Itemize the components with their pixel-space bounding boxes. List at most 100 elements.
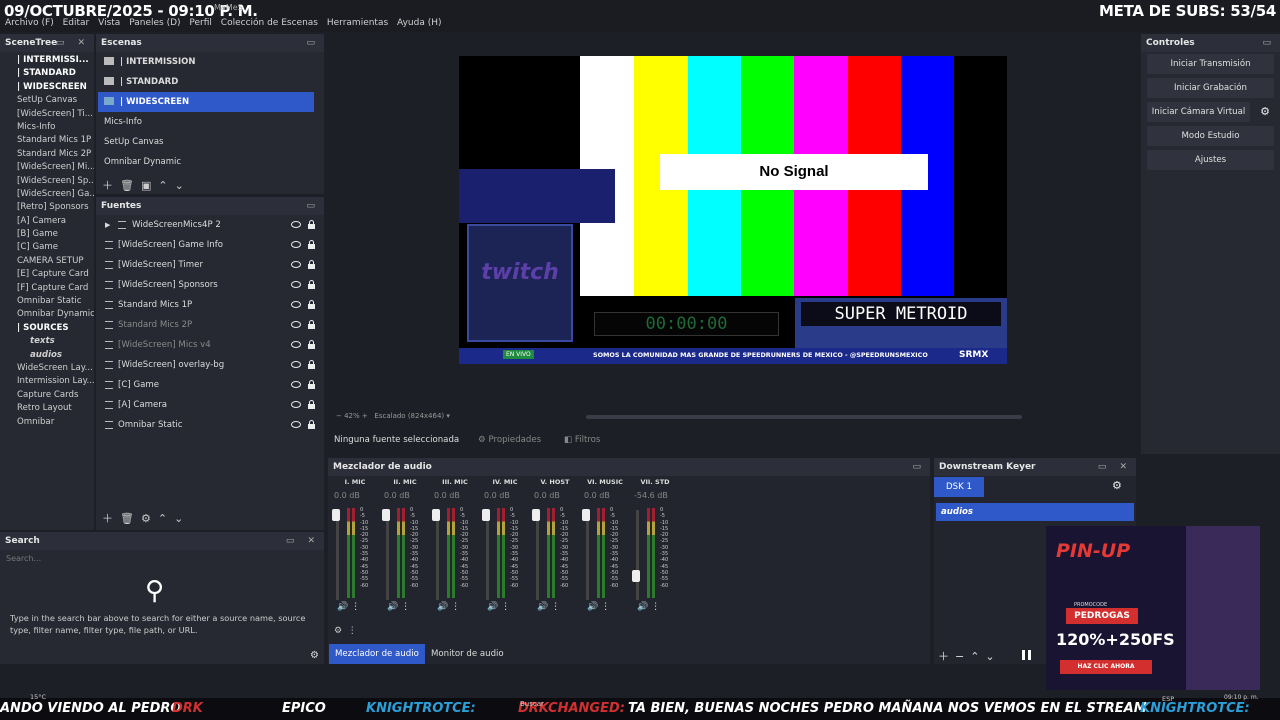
scenetree-item[interactable]: audios bbox=[0, 349, 94, 362]
lock-icon[interactable] bbox=[308, 340, 315, 349]
source-item[interactable]: WideScreenMics4P 2 ▶ bbox=[96, 215, 324, 235]
scenetree-item[interactable]: [Retro] Sponsors bbox=[0, 201, 94, 214]
add-icon[interactable]: ＋ bbox=[102, 512, 113, 525]
scenetree-item[interactable]: CAMERA SETUP bbox=[0, 255, 94, 268]
scenetree-item[interactable]: Omnibar Static bbox=[0, 295, 94, 308]
volume-slider[interactable] bbox=[336, 510, 339, 600]
scenetree-item[interactable]: | STANDARD bbox=[0, 67, 94, 80]
volume-slider[interactable] bbox=[586, 510, 589, 600]
source-item[interactable]: [C] Game bbox=[96, 375, 324, 395]
filter-icon[interactable]: ▣ bbox=[141, 179, 151, 192]
tab-audio-monitor[interactable]: Monitor de audio bbox=[425, 644, 510, 664]
dsk-toolbar[interactable]: ＋−⌃⌄ bbox=[938, 648, 1001, 664]
add-icon[interactable]: ＋ bbox=[102, 179, 113, 192]
eye-icon[interactable] bbox=[291, 261, 301, 268]
down-icon[interactable]: ⌄ bbox=[174, 512, 183, 525]
filters-button[interactable]: ◧ Filtros bbox=[564, 435, 600, 445]
volume-knob[interactable] bbox=[632, 570, 640, 582]
volume-knob[interactable] bbox=[332, 509, 340, 521]
scenetree-item[interactable]: [WideScreen] Ti... bbox=[0, 108, 94, 121]
menu-paneles[interactable]: Paneles (D) bbox=[129, 18, 180, 28]
eye-icon[interactable] bbox=[291, 361, 301, 368]
gear-icon[interactable]: ⚙ bbox=[310, 650, 319, 661]
gear-icon[interactable]: ⚙ bbox=[1112, 479, 1122, 492]
scenetree-item[interactable]: [B] Game bbox=[0, 228, 94, 241]
scene-item[interactable]: Omnibar Dynamic bbox=[98, 152, 314, 172]
tab-audio-mixer[interactable]: Mezclador de audio bbox=[329, 644, 425, 664]
scenetree-item[interactable]: Mics-Info bbox=[0, 121, 94, 134]
source-item[interactable]: Standard Mics 2P bbox=[96, 315, 324, 335]
menu-archivo[interactable]: Archivo (F) bbox=[5, 18, 54, 28]
panel-buttons[interactable]: ▭ ✕ bbox=[56, 34, 90, 52]
scenetree-item[interactable]: Retro Layout bbox=[0, 402, 94, 415]
scenetree-item[interactable]: [F] Capture Card bbox=[0, 282, 94, 295]
scenetree-item[interactable]: [C] Game bbox=[0, 241, 94, 254]
scene-item[interactable]: SetUp Canvas bbox=[98, 132, 314, 152]
source-item[interactable]: [WideScreen] overlay-bg bbox=[96, 355, 324, 375]
source-item[interactable]: [WideScreen] Timer bbox=[96, 255, 324, 275]
lock-icon[interactable] bbox=[308, 240, 315, 249]
mixer-settings-icons[interactable]: ⚙ ⋮ bbox=[334, 626, 357, 636]
lock-icon[interactable] bbox=[308, 220, 315, 229]
scene-item[interactable]: | WIDESCREEN bbox=[98, 92, 314, 112]
scenetree-item[interactable]: [E] Capture Card bbox=[0, 268, 94, 281]
panel-buttons[interactable]: ▭ ✕ bbox=[286, 532, 320, 550]
scenetree-item[interactable]: Omnibar Dynamic bbox=[0, 308, 94, 321]
menu-editar[interactable]: Editar bbox=[63, 18, 90, 28]
trash-icon[interactable]: 🗑 bbox=[120, 512, 134, 525]
gear-icon[interactable]: ⚙ bbox=[141, 512, 151, 525]
expand-icon[interactable]: ▶ bbox=[105, 215, 110, 235]
volume-knob[interactable] bbox=[532, 509, 540, 521]
scenetree-item[interactable]: [WideScreen] Sp... bbox=[0, 175, 94, 188]
source-item[interactable]: Standard Mics 1P bbox=[96, 295, 324, 315]
lock-icon[interactable] bbox=[308, 400, 315, 409]
horizontal-scrollbar[interactable] bbox=[586, 415, 1022, 419]
ad-banner[interactable]: PIN-UP PROMOCODE PEDROGAS 120%+250FS HAZ… bbox=[1046, 526, 1260, 690]
lock-icon[interactable] bbox=[308, 300, 315, 309]
preview-canvas[interactable]: No Signal twitch 00:00:00 SUPER METROID … bbox=[459, 56, 1007, 364]
preview-area[interactable]: No Signal twitch 00:00:00 SUPER METROID … bbox=[328, 34, 1136, 420]
eye-icon[interactable] bbox=[291, 381, 301, 388]
studio-mode-button[interactable]: Modo Estudio bbox=[1147, 126, 1274, 146]
properties-button[interactable]: ⚙ Propiedades bbox=[478, 435, 541, 445]
lock-icon[interactable] bbox=[308, 280, 315, 289]
scenetree-item[interactable]: Intermission Lay... bbox=[0, 375, 94, 388]
eye-icon[interactable] bbox=[291, 421, 301, 428]
panel-float-icon[interactable]: ▭ bbox=[912, 458, 926, 476]
source-item[interactable]: Omnibar Static bbox=[96, 415, 324, 435]
volume-slider[interactable] bbox=[536, 510, 539, 600]
source-item[interactable]: [WideScreen] Game Info bbox=[96, 235, 324, 255]
scene-item[interactable]: Mics-Info bbox=[98, 112, 314, 132]
up-icon[interactable]: ⌃ bbox=[158, 179, 167, 192]
speaker-icon[interactable]: 🔊 ⋮ bbox=[587, 602, 610, 612]
source-item[interactable]: [WideScreen] Sponsors bbox=[96, 275, 324, 295]
virtual-camera-button[interactable]: Iniciar Cámara Virtual bbox=[1147, 102, 1250, 122]
scenetree-item[interactable]: Capture Cards bbox=[0, 389, 94, 402]
eye-icon[interactable] bbox=[291, 321, 301, 328]
menu-perfil[interactable]: Perfil bbox=[189, 18, 212, 28]
scenetree-item[interactable]: WideScreen Lay... bbox=[0, 362, 94, 375]
scenetree-item[interactable]: Standard Mics 1P bbox=[0, 134, 94, 147]
start-stream-button[interactable]: Iniciar Transmisión bbox=[1147, 54, 1274, 74]
lock-icon[interactable] bbox=[308, 260, 315, 269]
scene-item[interactable]: | STANDARD bbox=[98, 72, 314, 92]
speaker-icon[interactable]: 🔊 ⋮ bbox=[337, 602, 360, 612]
scenetree-item[interactable]: [A] Camera bbox=[0, 215, 94, 228]
scenetree-item[interactable]: texts bbox=[0, 335, 94, 348]
scenetree-item[interactable]: Standard Mics 2P bbox=[0, 148, 94, 161]
volume-slider[interactable] bbox=[386, 510, 389, 600]
zoom-level[interactable]: − 42% + Escalado (824x464) ▾ bbox=[336, 412, 450, 420]
scenetree-item[interactable]: SetUp Canvas bbox=[0, 94, 94, 107]
up-icon[interactable]: ⌃ bbox=[158, 512, 167, 525]
lock-icon[interactable] bbox=[308, 380, 315, 389]
panel-buttons[interactable]: ▭ ✕ bbox=[1098, 458, 1132, 476]
volume-knob[interactable] bbox=[432, 509, 440, 521]
scenetree-item[interactable]: | SOURCES bbox=[0, 322, 94, 335]
panel-float-icon[interactable]: ▭ bbox=[306, 197, 320, 215]
dsk-item[interactable]: audios bbox=[936, 503, 1134, 521]
speaker-icon[interactable]: 🔊 ⋮ bbox=[387, 602, 410, 612]
panel-float-icon[interactable]: ▭ bbox=[1262, 34, 1276, 52]
source-item[interactable]: [WideScreen] Mics v4 bbox=[96, 335, 324, 355]
scene-item[interactable]: | INTERMISSION bbox=[98, 52, 314, 72]
volume-slider[interactable] bbox=[436, 510, 439, 600]
